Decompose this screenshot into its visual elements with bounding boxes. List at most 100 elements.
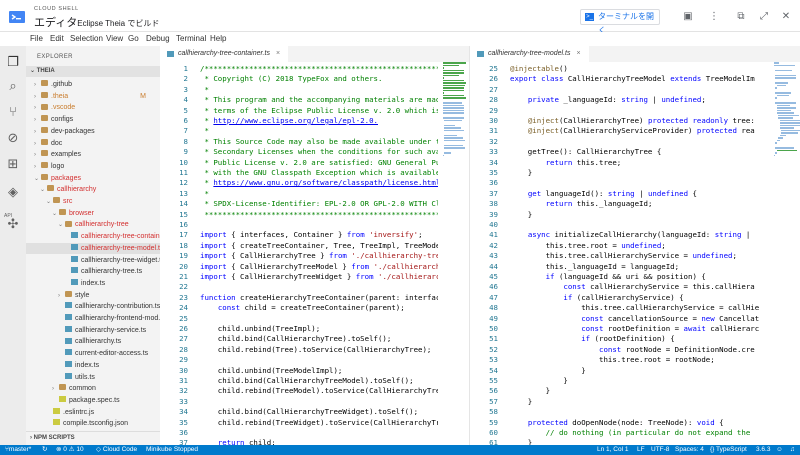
tree-item[interactable]: current-editor-access.ts — [26, 348, 160, 359]
chevron-down-icon: ⌄ — [34, 175, 40, 182]
language-mode[interactable]: {} TypeScript — [710, 445, 747, 455]
tree-item[interactable]: .eslintrc.js — [26, 407, 160, 418]
code-line: * Copyright (C) 2018 TypeFox and others. — [200, 74, 383, 84]
tree-item[interactable]: callhierarchy-tree-model.ts — [26, 242, 160, 254]
tree-item[interactable]: package.spec.ts — [26, 395, 160, 406]
code-line: child.bind(CallHierarchyTreeWidget).toSe… — [200, 407, 419, 417]
cloud-shell-icon[interactable]: ▣ — [682, 11, 694, 23]
menu-edit[interactable]: Edit — [50, 33, 64, 45]
encoding[interactable]: UTF-8 — [651, 445, 669, 455]
close-tab-icon[interactable]: × — [576, 50, 580, 57]
open-terminal-button[interactable]: >_ ターミナルを開く — [580, 9, 660, 35]
minimap-line — [776, 109, 792, 111]
menu-view[interactable]: View — [106, 33, 123, 45]
menu-selection[interactable]: Selection — [70, 33, 103, 45]
tree-item[interactable]: ⌄ packages — [26, 173, 160, 184]
tree-item[interactable]: ⌄ callhierarchy — [26, 184, 160, 195]
tab-callhierarchy-tree-model[interactable]: callhierarchy-tree-model.ts × — [470, 46, 589, 62]
feedback-icon[interactable]: ☺ — [776, 445, 783, 455]
tree-item[interactable]: callhierarchy-contribution.ts — [26, 301, 160, 312]
menu-debug[interactable]: Debug — [146, 33, 170, 45]
npm-scripts-header[interactable]: › NPM SCRIPTS — [26, 431, 160, 443]
tree-item[interactable]: callhierarchy-frontend-mod... — [26, 313, 160, 324]
folder-icon — [65, 290, 72, 297]
minimap-line — [444, 137, 463, 139]
bell-icon[interactable]: ♫ — [790, 445, 795, 455]
tree-item[interactable]: callhierarchy.ts — [26, 336, 160, 347]
minimap[interactable] — [443, 62, 469, 212]
minimap-line — [444, 127, 461, 129]
typescript-version[interactable]: 3.6.3 — [756, 445, 770, 455]
tree-item[interactable]: › style — [26, 290, 160, 301]
menu-terminal[interactable]: Terminal — [176, 33, 206, 45]
indentation[interactable]: Spaces: 4 — [675, 445, 704, 455]
debug-icon[interactable]: ⊘ — [5, 130, 21, 146]
tree-item[interactable]: › .vscode — [26, 102, 160, 113]
tree-item[interactable]: › doc — [26, 138, 160, 149]
fullscreen-icon[interactable]: ⤢ — [758, 11, 770, 23]
api-icon[interactable]: ◈ — [5, 184, 21, 200]
title-bar: CLOUD SHELL エディタEclipse Theia でビルド >_ ターミ… — [0, 0, 800, 35]
tree-item[interactable]: callhierarchy-tree.ts — [26, 266, 160, 277]
line-number: 40 — [489, 220, 498, 229]
chevron-right-icon: › — [58, 292, 60, 299]
menu-help[interactable]: Help — [210, 33, 226, 45]
cloud-code-item[interactable]: ◇ Cloud Code — [96, 445, 137, 455]
tree-item[interactable]: › .github — [26, 79, 160, 90]
line-number: 52 — [489, 344, 498, 354]
tree-item[interactable]: utils.ts — [26, 372, 160, 383]
menu-file[interactable]: File — [30, 33, 43, 45]
minimap-line — [443, 117, 464, 119]
tree-item-label: style — [75, 291, 90, 299]
minimap-line — [781, 132, 799, 134]
tree-item[interactable]: › configs — [26, 114, 160, 125]
tree-item-label: index.ts — [75, 361, 100, 369]
tree-item[interactable]: › logo — [26, 161, 160, 172]
gear-icon[interactable]: ✣ — [5, 216, 21, 232]
chevron-right-icon: › — [34, 140, 36, 147]
tree-item[interactable]: index.ts — [26, 278, 160, 289]
cloud-shell-label: CLOUD SHELL — [34, 6, 79, 12]
end-of-line[interactable]: LF — [637, 445, 645, 455]
tree-item[interactable]: › common — [26, 383, 160, 394]
tree-item[interactable]: ⌄ src — [26, 196, 160, 207]
close-icon[interactable]: ✕ — [780, 11, 792, 23]
scm-icon[interactable]: ⑂ — [5, 104, 21, 120]
problems-indicator[interactable]: ⊗ 0 ⚠ 10 — [56, 445, 84, 455]
line-number: 55 — [489, 376, 498, 385]
code-line: this.tree.root = rootNode; — [510, 355, 715, 365]
menu-go[interactable]: Go — [128, 33, 139, 45]
workspace-root-header[interactable]: ⌄ THEIA — [26, 66, 160, 77]
tree-item[interactable]: › .theia M — [26, 91, 160, 102]
tree-item[interactable]: ⌄ callhierarchy-tree — [26, 219, 160, 230]
tree-item[interactable]: › dev-packages — [26, 126, 160, 137]
chevron-right-icon: › — [34, 152, 36, 159]
git-branch[interactable]: ⑂master* — [5, 445, 31, 455]
code-line: child.rebind(Tree).toService(CallHierarc… — [200, 344, 432, 354]
tree-item[interactable]: index.ts — [26, 360, 160, 371]
close-tab-icon[interactable]: × — [276, 50, 280, 57]
minimap-line — [776, 112, 794, 114]
tree-item[interactable]: callhierarchy-tree-contain... — [26, 231, 160, 242]
tab-callhierarchy-tree-container[interactable]: callhierarchy-tree-container.ts × — [160, 46, 289, 62]
files-icon[interactable]: ❐ — [5, 54, 21, 70]
minimap[interactable] — [774, 62, 800, 212]
line-number: 14 — [179, 199, 188, 209]
code-line: import { createTreeContainer, Tree, Tree… — [200, 240, 438, 250]
tree-item[interactable]: callhierarchy-tree-widget.tsx — [26, 255, 160, 266]
extensions-icon[interactable]: ⊞ — [5, 156, 21, 172]
language-label: TypeScript — [716, 446, 747, 453]
tree-item[interactable]: callhierarchy-service.ts — [26, 325, 160, 336]
minimap-line — [775, 87, 778, 89]
more-icon[interactable]: ⋮ — [708, 11, 720, 23]
tree-item[interactable]: › examples — [26, 149, 160, 160]
open-new-icon[interactable]: ⧉ — [735, 11, 747, 23]
code-line: } — [510, 168, 533, 177]
tree-item[interactable]: ⌄ browser — [26, 208, 160, 219]
explorer-title: EXPLORER — [37, 54, 73, 60]
cursor-position[interactable]: Ln 1, Col 1 — [597, 445, 628, 455]
search-icon[interactable]: ⌕ — [5, 78, 21, 94]
tree-item[interactable]: compile.tsconfig.json — [26, 418, 160, 429]
minikube-status[interactable]: Minikube Stopped — [146, 445, 198, 455]
refresh-icon[interactable]: ↻ — [42, 445, 47, 455]
